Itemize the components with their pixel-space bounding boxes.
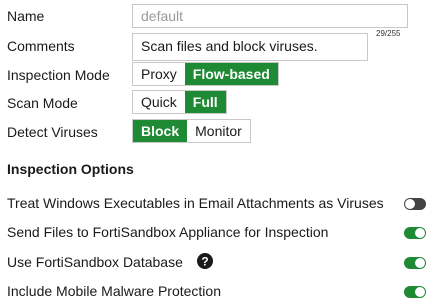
question-circle-icon[interactable]: ? xyxy=(197,253,213,269)
inspection-mode-proxy[interactable]: Proxy xyxy=(133,63,185,85)
svg-text:?: ? xyxy=(201,254,208,268)
option-label-send-files-fortisandbox: Send Files to FortiSandbox Appliance for… xyxy=(7,224,329,240)
comments-textarea[interactable]: Scan files and block viruses. xyxy=(132,33,368,61)
option-label-mobile-malware-protection: Include Mobile Malware Protection xyxy=(7,283,221,299)
scan-mode-toggle: Quick Full xyxy=(132,90,227,114)
name-input[interactable] xyxy=(132,4,408,28)
detect-viruses-monitor[interactable]: Monitor xyxy=(187,120,250,142)
switch-knob xyxy=(415,287,425,297)
send-files-fortisandbox-switch[interactable] xyxy=(404,227,426,239)
option-label-treat-windows-executables: Treat Windows Executables in Email Attac… xyxy=(7,195,384,211)
switch-knob xyxy=(405,199,415,209)
inspection-options-title: Inspection Options xyxy=(7,161,134,177)
treat-windows-executables-switch[interactable] xyxy=(404,198,426,210)
inspection-mode-toggle: Proxy Flow-based xyxy=(132,62,279,86)
use-fortisandbox-database-switch[interactable] xyxy=(404,257,426,269)
switch-knob xyxy=(415,228,425,238)
comments-label: Comments xyxy=(7,38,75,54)
option-label-use-fortisandbox-database: Use FortiSandbox Database xyxy=(7,254,183,270)
detect-viruses-label: Detect Viruses xyxy=(7,124,98,140)
detect-viruses-toggle: Block Monitor xyxy=(132,119,251,143)
inspection-mode-label: Inspection Mode xyxy=(7,67,110,83)
mobile-malware-protection-switch[interactable] xyxy=(404,286,426,298)
switch-knob xyxy=(415,258,425,268)
detect-viruses-block[interactable]: Block xyxy=(133,120,188,142)
scan-mode-label: Scan Mode xyxy=(7,95,78,111)
name-label: Name xyxy=(7,8,45,24)
scan-mode-quick[interactable]: Quick xyxy=(133,91,185,113)
comments-char-counter: 29/255 xyxy=(376,29,401,38)
inspection-mode-flow-based[interactable]: Flow-based xyxy=(184,63,278,85)
scan-mode-full[interactable]: Full xyxy=(184,91,226,113)
